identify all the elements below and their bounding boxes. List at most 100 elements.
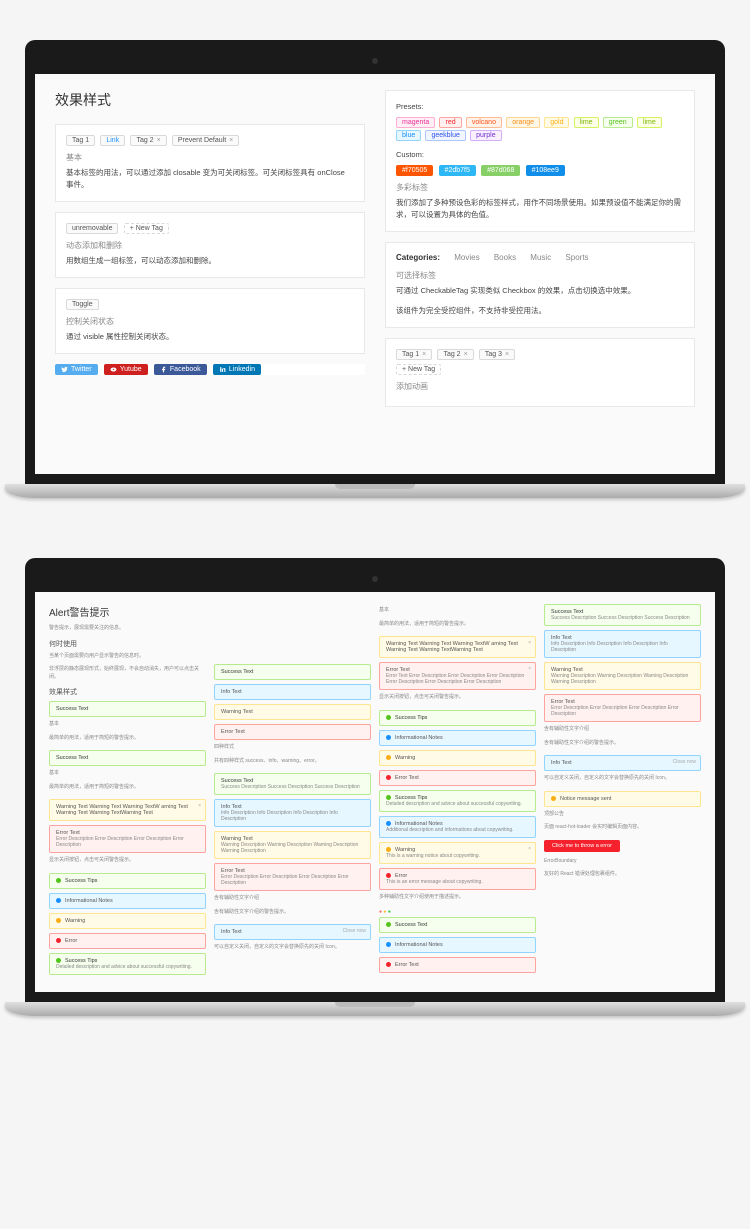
close-icon[interactable]: × bbox=[422, 351, 426, 358]
preset-magenta[interactable]: magenta bbox=[396, 117, 435, 128]
notice-msg: Notice message sent bbox=[544, 791, 701, 807]
preset-green[interactable]: green bbox=[603, 117, 633, 128]
card-dynamic: unremovable + New Tag 动态添加和删除 用数组生成一组标签，… bbox=[55, 212, 365, 278]
types-desc: 共有四种样式 success、info、warning、error。 bbox=[214, 758, 371, 766]
tag-1[interactable]: Tag 1 bbox=[66, 135, 95, 146]
alerts-col-1: Alert警告提示 警告提示，展现需要关注的信息。 何时使用 当某个页面需要向用… bbox=[49, 604, 206, 979]
alert-closenow: Info TextClose now bbox=[214, 924, 371, 940]
laptop-base bbox=[5, 484, 745, 498]
close-icon[interactable]: × bbox=[198, 803, 201, 809]
twitter-tag[interactable]: Twitter bbox=[55, 364, 98, 375]
preset-lime[interactable]: lime bbox=[574, 117, 599, 128]
c3i-warn2: WarningThis is a warning notice about co… bbox=[379, 842, 536, 864]
when2: 非浮层的静态展现形式，始终展现，不会自动消失，用户可以点击关闭。 bbox=[49, 666, 206, 681]
anim-tag2[interactable]: Tag 2× bbox=[437, 349, 473, 360]
c4-close-desc: 可以自定义关闭，自定义的文字会替换原先的关闭 Icon。 bbox=[544, 775, 701, 783]
cat-music[interactable]: Music bbox=[530, 253, 551, 262]
c3-warn: Warning Text Warning Text Warning TextW … bbox=[379, 636, 536, 658]
custom-label: Custom: bbox=[396, 149, 684, 161]
screen-bezel: Alert警告提示 警告提示，展现需要关注的信息。 何时使用 当某个页面需要向用… bbox=[25, 558, 725, 1002]
c3-iconmix: 多种辅助性文字介绍使用于描述提示。 bbox=[379, 894, 536, 902]
laptop-base bbox=[5, 1002, 745, 1016]
cat-movies[interactable]: Movies bbox=[454, 253, 479, 262]
c4-info: Info TextInfo Description Info Descripti… bbox=[544, 630, 701, 658]
close-icon[interactable]: × bbox=[528, 666, 531, 672]
preset-red[interactable]: red bbox=[439, 117, 461, 128]
close-icon[interactable]: × bbox=[505, 351, 509, 358]
custom-tags-row: #f70505 #2db7f5 #87d068 #108ee9 bbox=[396, 165, 684, 176]
preset-volcano[interactable]: volcano bbox=[466, 117, 502, 128]
close-icon[interactable]: × bbox=[229, 137, 233, 144]
anim-tag1[interactable]: Tag 1× bbox=[396, 349, 432, 360]
c3-basic: 基本 bbox=[379, 607, 536, 615]
alert-icon-warn: Warning bbox=[49, 913, 206, 929]
close-icon[interactable]: × bbox=[528, 640, 531, 646]
youtube-tag[interactable]: Yutube bbox=[104, 364, 148, 375]
mac-err: Error Text bbox=[379, 957, 536, 973]
custom-hex-0[interactable]: #f70505 bbox=[396, 165, 433, 176]
c3i-info2: Informational NotesAdditional descriptio… bbox=[379, 816, 536, 838]
alert-icon-success: Success Tips bbox=[49, 873, 206, 889]
custom-hex-3[interactable]: #108ee9 bbox=[526, 165, 565, 176]
section-checkable-l2: 该组件为完全受控组件，不支持非受控用法。 bbox=[396, 305, 684, 317]
c3-closable: 显示关闭按钮，点击可关闭警告提示。 bbox=[379, 694, 536, 702]
c3-basic-desc: 最简单的用法，适用于简短的警告提示。 bbox=[379, 621, 536, 629]
linkedin-tag[interactable]: Linkedin bbox=[213, 364, 261, 375]
screen-bezel: 效果样式 Tag 1 Link Tag 2× Prevent Default× … bbox=[25, 40, 725, 484]
basic-title2: 基本 bbox=[49, 770, 206, 778]
tag-prevent[interactable]: Prevent Default× bbox=[172, 135, 239, 146]
alertd-err: Error TextError Description Error Descri… bbox=[214, 863, 371, 891]
alert-page-title: Alert警告提示 bbox=[49, 604, 206, 619]
preset-purple[interactable]: purple bbox=[470, 130, 501, 141]
tag-unremovable[interactable]: unremovable bbox=[66, 223, 118, 234]
preset-gold[interactable]: gold bbox=[544, 117, 569, 128]
card-social: Twitter Yutube Facebook Linkedin bbox=[55, 364, 365, 375]
preset-blue[interactable]: blue bbox=[396, 130, 421, 141]
anim-tag3[interactable]: Tag 3× bbox=[479, 349, 515, 360]
throw-error-button[interactable]: Click me to throw a error bbox=[544, 840, 620, 852]
types-title: 四种样式 bbox=[214, 744, 371, 752]
page-title: 效果样式 bbox=[55, 90, 365, 110]
new-tag-button[interactable]: + New Tag bbox=[124, 223, 169, 234]
alert4-info: Info Text bbox=[214, 684, 371, 700]
toggle-button[interactable]: Toggle bbox=[66, 299, 99, 310]
camera-dot bbox=[372, 576, 378, 582]
c3i-suc: Success Tips bbox=[379, 710, 536, 726]
basic-desc: 最简单的用法，适用于简短的警告提示。 bbox=[49, 735, 206, 743]
close-icon[interactable]: × bbox=[528, 846, 531, 852]
when-title: 何时使用 bbox=[49, 639, 206, 649]
alert-warn-long: Warning Text Warning Text Warning TextW … bbox=[49, 799, 206, 821]
anim-new-tag[interactable]: + New Tag bbox=[396, 364, 441, 375]
c4-err: Error TextError Description Error Descri… bbox=[544, 694, 701, 722]
preset-orange[interactable]: orange bbox=[506, 117, 540, 128]
tag-link[interactable]: Link bbox=[100, 135, 125, 146]
cat-books[interactable]: Books bbox=[494, 253, 516, 262]
cat-label: Categories: bbox=[396, 253, 440, 262]
section-toggle-desc: 通过 visible 属性控制关闭状态。 bbox=[66, 331, 354, 343]
card-colors: Presets: magenta red volcano orange gold… bbox=[385, 90, 695, 232]
section-anim-title: 添加动画 bbox=[396, 381, 684, 392]
section-checkable-title: 可选择标签 bbox=[396, 270, 684, 281]
preset-lime2[interactable]: lime bbox=[637, 117, 662, 128]
preset-geekblue[interactable]: geekblue bbox=[425, 130, 465, 141]
tag-2[interactable]: Tag 2× bbox=[130, 135, 166, 146]
close-icon[interactable]: × bbox=[464, 351, 468, 358]
close-text[interactable]: Close now bbox=[673, 759, 696, 765]
section-dynamic-desc: 用数组生成一组标签，可以动态添加和删除。 bbox=[66, 255, 354, 267]
close-text[interactable]: Close now bbox=[343, 928, 366, 934]
facebook-tag[interactable]: Facebook bbox=[154, 364, 207, 375]
alert4-err: Error Text bbox=[214, 724, 371, 740]
smooth-desc: 页面 react-hot-loader 会实时编辑页面内容。 bbox=[544, 824, 701, 832]
custom-hex-1[interactable]: #2db7f5 bbox=[439, 165, 476, 176]
left-column: 效果样式 Tag 1 Link Tag 2× Prevent Default× … bbox=[55, 90, 365, 417]
alert-err-long: Error TextError Description Error Descri… bbox=[49, 825, 206, 853]
c3i-warn: Warning bbox=[379, 750, 536, 766]
custom-hex-2[interactable]: #87d068 bbox=[481, 165, 520, 176]
close-icon[interactable]: × bbox=[157, 137, 161, 144]
card-toggle: Toggle 控制关闭状态 通过 visible 属性控制关闭状态。 bbox=[55, 288, 365, 354]
laptop-mockup-2: Alert警告提示 警告提示，展现需要关注的信息。 何时使用 当某个页面需要向用… bbox=[25, 558, 725, 1016]
cat-sports[interactable]: Sports bbox=[565, 253, 588, 262]
card-animation: Tag 1× Tag 2× Tag 3× + New Tag 添加动画 bbox=[385, 338, 695, 407]
section-dynamic-title: 动态添加和删除 bbox=[66, 240, 354, 251]
alert-icon-success2: Success TipsDetailed description and adv… bbox=[49, 953, 206, 975]
